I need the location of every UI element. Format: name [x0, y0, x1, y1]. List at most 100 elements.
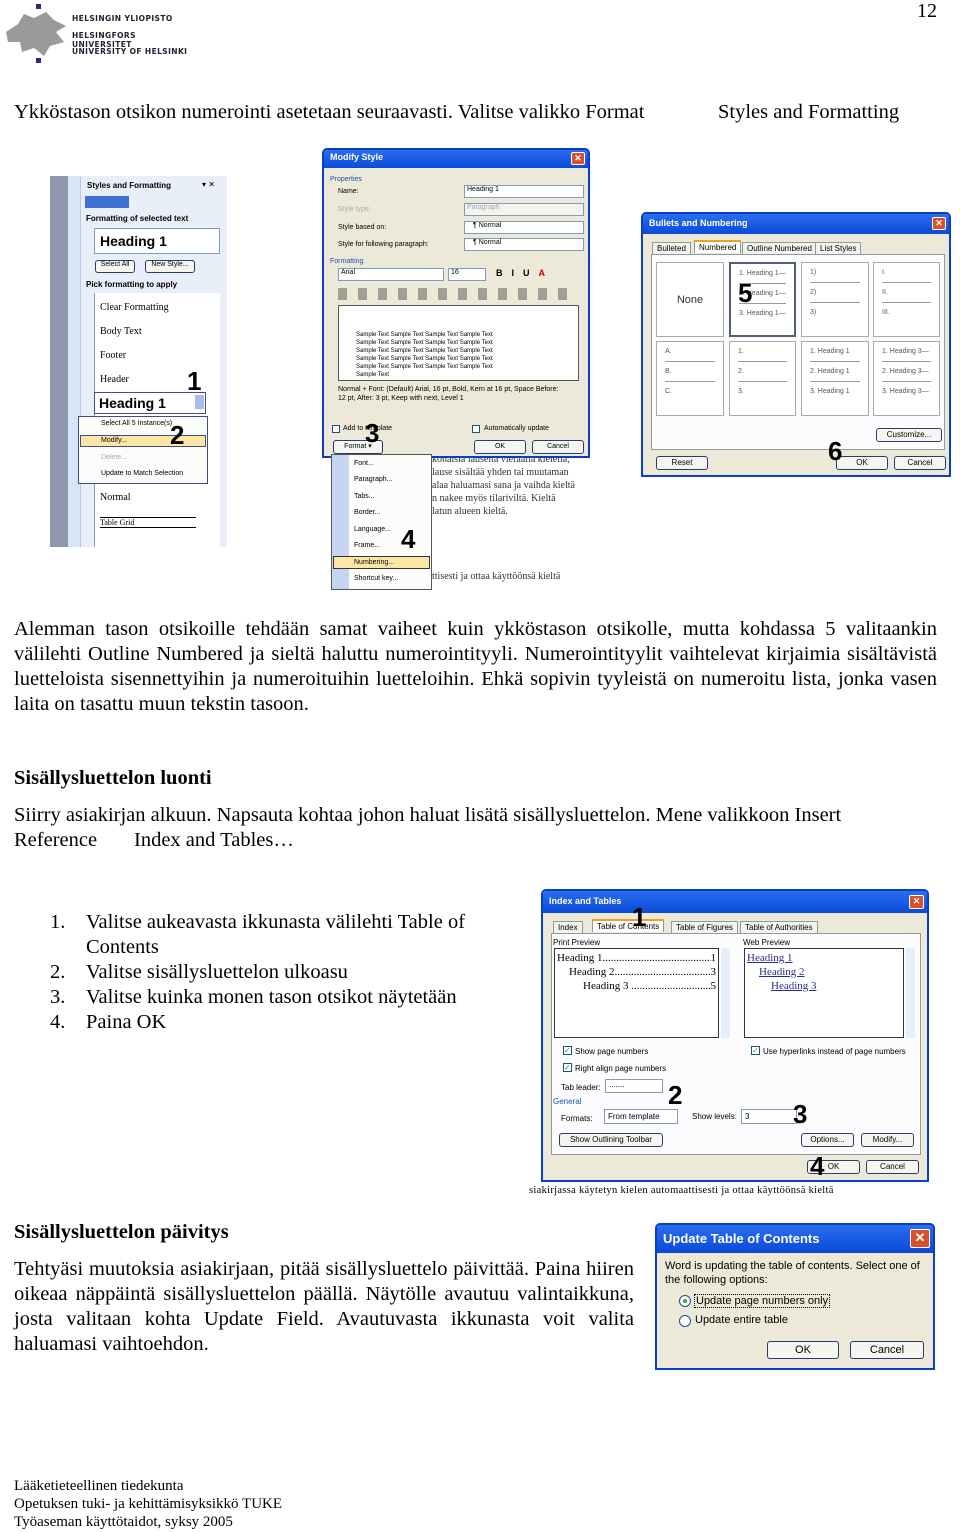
- style-item[interactable]: Footer: [100, 350, 126, 361]
- styles-formatting-screenshot: Styles and Formatting ▾ ✕ Formatting of …: [50, 176, 227, 547]
- style-item[interactable]: Body Text: [100, 326, 142, 337]
- menu-item-update[interactable]: Update to Match Selection: [101, 470, 183, 477]
- section-heading: Sisällysluettelon luonti: [14, 767, 212, 789]
- step-marker: 1: [187, 366, 202, 396]
- numbering-option[interactable]: 1) 2) 3): [801, 262, 869, 337]
- radio-label: Update page numbers only: [694, 1294, 831, 1308]
- cancel-button[interactable]: Cancel: [850, 1341, 924, 1359]
- menu-item-tabs[interactable]: Tabs...: [354, 493, 375, 500]
- numbering-option-none[interactable]: None: [656, 262, 724, 337]
- dialog-title: Bullets and Numbering: [643, 214, 949, 234]
- style-item[interactable]: Table Grid: [100, 517, 196, 528]
- cancel-button[interactable]: Cancel: [866, 1160, 919, 1174]
- tab-bulleted[interactable]: Bulleted: [652, 242, 691, 254]
- cancel-button[interactable]: Cancel: [532, 440, 584, 454]
- tab-table-of-contents[interactable]: Table of Contents: [592, 919, 665, 932]
- group-label: General: [553, 1097, 582, 1106]
- print-preview-box: Heading 1...............................…: [554, 948, 719, 1038]
- style-item[interactable]: Header: [100, 374, 129, 385]
- style-item[interactable]: Clear Formatting: [100, 302, 169, 313]
- radio-update-page-numbers[interactable]: [679, 1295, 691, 1307]
- menu-item-frame[interactable]: Frame...: [354, 542, 380, 549]
- dialog-title: Modify Style: [324, 150, 588, 168]
- step-marker: 6: [828, 436, 843, 466]
- font-select[interactable]: Arial: [338, 268, 444, 281]
- close-button[interactable]: ✕: [910, 1229, 930, 1248]
- menu-item-select-all[interactable]: Select All 5 Instance(s): [101, 420, 172, 427]
- radio-update-entire-table[interactable]: [679, 1315, 691, 1327]
- menu-item-delete[interactable]: Delete...: [101, 454, 127, 461]
- tab-leader-select[interactable]: .......: [605, 1079, 663, 1093]
- numbering-option[interactable]: 1. Heading 1 2. Heading 1 3. Heading 1: [801, 341, 869, 416]
- menu-item-numbering[interactable]: Numbering...: [354, 559, 394, 566]
- tab-numbered[interactable]: Numbered: [694, 240, 742, 253]
- ok-button[interactable]: OK: [836, 456, 888, 470]
- new-style-button[interactable]: New Style...: [145, 260, 195, 273]
- menu-item-font[interactable]: Font...: [354, 460, 374, 467]
- tab-table-of-figures[interactable]: Table of Figures: [671, 921, 738, 933]
- tab-table-of-authorities[interactable]: Table of Authorities: [740, 921, 818, 933]
- select-all-button[interactable]: Select All: [95, 260, 135, 273]
- numbering-option[interactable]: A. B. C.: [656, 341, 724, 416]
- based-on-select[interactable]: ¶ Normal: [464, 221, 584, 234]
- tab-index[interactable]: Index: [553, 921, 583, 933]
- checkbox-label: Use hyperlinks instead of page numbers: [763, 1047, 906, 1056]
- step-marker: 5: [738, 278, 753, 308]
- paragraph-outline-numbering: Alemman tason otsikoille tehdään samat v…: [14, 618, 937, 715]
- following-style-select[interactable]: ¶ Normal: [464, 238, 584, 251]
- group-label: Properties: [330, 176, 362, 183]
- menu-item-border[interactable]: Border...: [354, 509, 380, 516]
- step-marker: 4: [401, 524, 416, 554]
- use-hyperlinks-checkbox[interactable]: ✓: [751, 1046, 760, 1055]
- close-button[interactable]: ✕: [571, 152, 585, 165]
- show-page-numbers-checkbox[interactable]: ✓: [563, 1046, 572, 1055]
- show-outlining-toolbar-button[interactable]: Show Outlining Toolbar: [559, 1133, 663, 1147]
- numbering-option[interactable]: 1. 2. 3.: [729, 341, 796, 416]
- close-button[interactable]: ✕: [932, 217, 946, 230]
- numbering-option[interactable]: I. II. III.: [873, 262, 940, 337]
- size-select[interactable]: 16: [448, 268, 486, 281]
- menu-item-shortcut-key[interactable]: Shortcut key...: [354, 575, 398, 582]
- cancel-button[interactable]: Cancel: [894, 456, 946, 470]
- auto-update-checkbox[interactable]: [472, 425, 480, 433]
- intro-text: Ykköstason otsikon numerointi asetetaan …: [14, 101, 645, 123]
- alignment-toolbar[interactable]: [338, 288, 578, 300]
- add-template-checkbox[interactable]: [332, 425, 340, 433]
- footer-line: Opetuksen tuki- ja kehittämisyksikkö TUK…: [14, 1496, 283, 1512]
- tab-list-styles[interactable]: List Styles: [815, 242, 862, 254]
- panel-nav-icons[interactable]: [85, 196, 129, 208]
- options-button[interactable]: Options...: [801, 1133, 854, 1147]
- field-label: Style type:: [338, 206, 371, 213]
- close-icon[interactable]: ▾ ✕: [202, 180, 215, 189]
- list-item: 4. Paina OK: [50, 1011, 167, 1033]
- reset-button[interactable]: Reset: [656, 456, 708, 470]
- style-type-select[interactable]: Paragraph: [464, 203, 584, 216]
- close-button[interactable]: ✕: [909, 895, 924, 909]
- tab-outline-numbered[interactable]: Outline Numbered: [742, 242, 817, 254]
- menu-item-modify[interactable]: Modify...: [101, 437, 127, 444]
- section-heading: Sisällysluettelon päivitys: [14, 1221, 229, 1243]
- formats-select[interactable]: From template: [604, 1109, 678, 1124]
- customize-button[interactable]: Customize...: [876, 428, 942, 442]
- numbering-option[interactable]: 1. Heading 3— 2. Heading 3— 3. Heading 3—: [873, 341, 940, 416]
- modify-button[interactable]: Modify...: [861, 1133, 914, 1147]
- ok-button[interactable]: OK: [767, 1341, 839, 1359]
- dropdown-arrow-icon[interactable]: [195, 395, 204, 409]
- menu-item-paragraph[interactable]: Paragraph...: [354, 476, 393, 483]
- menu-path: Styles and Formatting: [718, 101, 900, 123]
- dialog-message: Word is updating the table of contents. …: [665, 1260, 920, 1286]
- right-align-checkbox[interactable]: ✓: [563, 1063, 572, 1072]
- web-preview-box: Heading 1 Heading 2 Heading 3: [744, 948, 904, 1038]
- checkbox-label: Automatically update: [484, 425, 549, 432]
- menu-path: Index and Tables…: [134, 829, 294, 851]
- name-input[interactable]: Heading 1: [464, 185, 584, 198]
- bold-italic-underline-buttons[interactable]: BIUA: [496, 268, 554, 278]
- scrollbar[interactable]: [721, 948, 730, 1038]
- ok-button[interactable]: OK: [474, 440, 526, 454]
- background-document-text: siakirjassa käytetyn kielen automaattise…: [529, 1185, 834, 1196]
- show-levels-stepper[interactable]: 3: [741, 1109, 797, 1124]
- menu-item-language[interactable]: Language...: [354, 526, 391, 533]
- scrollbar[interactable]: [906, 948, 915, 1038]
- step-marker: 3: [793, 1099, 808, 1129]
- style-item[interactable]: Normal: [100, 492, 131, 503]
